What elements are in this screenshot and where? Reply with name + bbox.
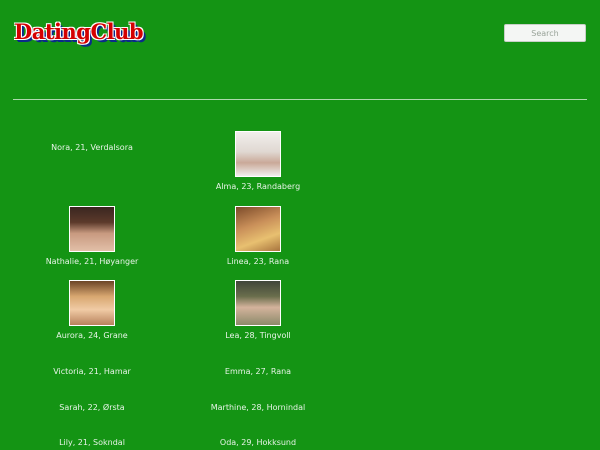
profile-caption[interactable]: Victoria, 21, Hamar — [9, 367, 175, 377]
profile-card[interactable]: Lea, 28, Tingvoll — [175, 280, 341, 341]
profile-card[interactable]: Victoria, 21, Hamar — [9, 367, 175, 377]
profile-card[interactable]: Marthine, 28, Hornindal — [175, 403, 341, 413]
profile-card[interactable]: Linea, 23, Rana — [175, 206, 341, 267]
profile-photo[interactable] — [69, 280, 115, 326]
profile-card[interactable]: Oda, 29, Hokksund — [175, 438, 341, 448]
profile-caption[interactable]: Nora, 21, Verdalsora — [9, 143, 175, 153]
profile-photo[interactable] — [69, 206, 115, 252]
profile-caption[interactable]: Lea, 28, Tingvoll — [175, 331, 341, 341]
profile-grid: Nora, 21, Verdalsora Alma, 23, Randaberg… — [0, 0, 600, 450]
profile-caption[interactable]: Linea, 23, Rana — [175, 257, 341, 267]
profile-caption[interactable]: Sarah, 22, Ørsta — [9, 403, 175, 413]
profile-caption[interactable]: Alma, 23, Randaberg — [175, 182, 341, 192]
profile-caption[interactable]: Lily, 21, Sokndal — [9, 438, 175, 448]
profile-photo[interactable] — [235, 280, 281, 326]
profile-card[interactable]: Nathalie, 21, Høyanger — [9, 206, 175, 267]
profile-photo[interactable] — [235, 206, 281, 252]
profile-caption[interactable]: Oda, 29, Hokksund — [175, 438, 341, 448]
profile-card[interactable]: Nora, 21, Verdalsora — [9, 143, 175, 153]
profile-card[interactable]: Emma, 27, Rana — [175, 367, 341, 377]
profile-caption[interactable]: Aurora, 24, Grane — [9, 331, 175, 341]
profile-card[interactable]: Lily, 21, Sokndal — [9, 438, 175, 448]
profile-caption[interactable]: Marthine, 28, Hornindal — [175, 403, 341, 413]
profile-card[interactable]: Sarah, 22, Ørsta — [9, 403, 175, 413]
profile-card[interactable]: Alma, 23, Randaberg — [175, 131, 341, 192]
profile-caption[interactable]: Emma, 27, Rana — [175, 367, 341, 377]
profile-card[interactable]: Aurora, 24, Grane — [9, 280, 175, 341]
profile-caption[interactable]: Nathalie, 21, Høyanger — [9, 257, 175, 267]
profile-photo[interactable] — [235, 131, 281, 177]
